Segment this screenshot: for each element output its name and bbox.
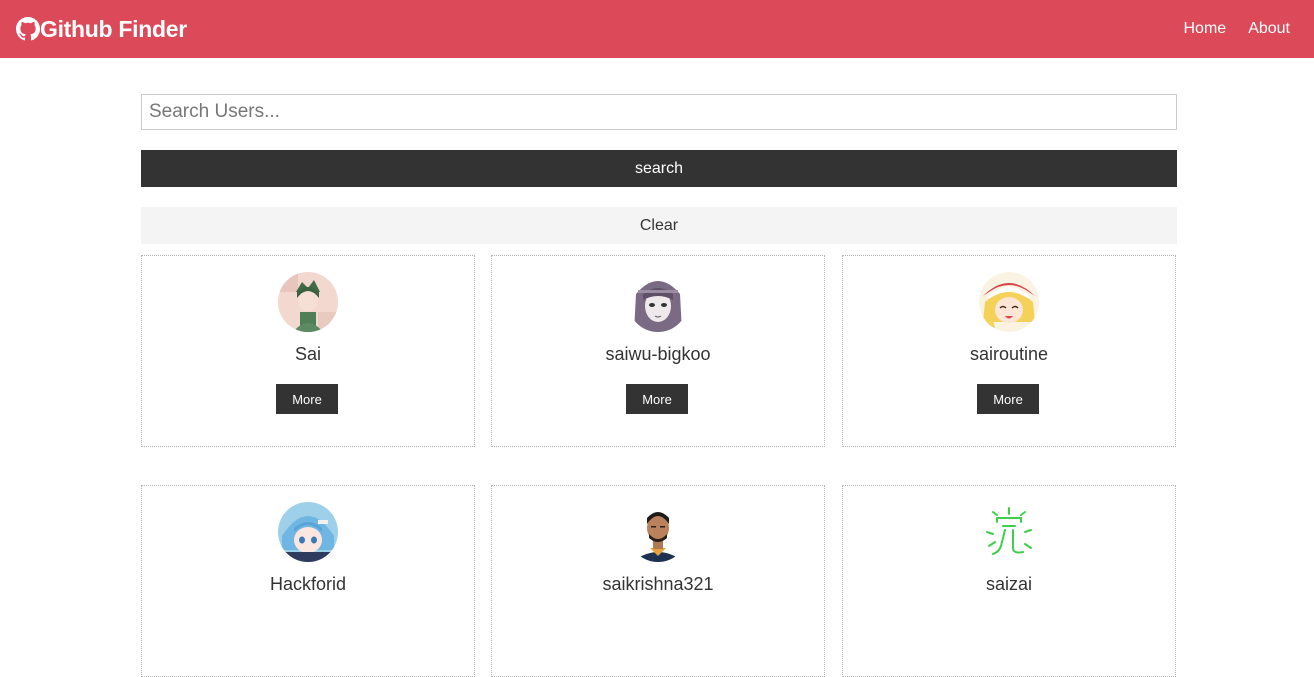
username: saikrishna321 xyxy=(602,574,714,594)
github-icon xyxy=(16,17,40,41)
more-button[interactable]: More xyxy=(626,384,688,414)
nav-links: Home About xyxy=(1184,20,1291,38)
user-card: saizai xyxy=(842,485,1176,677)
nav-home-link[interactable]: Home xyxy=(1184,20,1227,38)
navbar: Github Finder Home About xyxy=(0,0,1314,58)
username: sairoutine xyxy=(969,344,1049,364)
more-button[interactable]: More xyxy=(276,384,338,414)
search-input[interactable] xyxy=(141,94,1177,130)
user-card: saikrishna321 xyxy=(491,485,825,677)
brand[interactable]: Github Finder xyxy=(16,16,187,43)
username: Hackforid xyxy=(269,574,347,594)
user-card: Sai More xyxy=(141,255,475,447)
user-card: saiwu-bigkoo More xyxy=(491,255,825,447)
brand-title: Github Finder xyxy=(40,15,187,42)
nav-about-link[interactable]: About xyxy=(1248,20,1290,38)
user-card: Hackforid xyxy=(141,485,475,677)
user-avatar xyxy=(278,272,338,332)
search-button[interactable]: search xyxy=(141,150,1177,187)
user-card: sairoutine More xyxy=(842,255,1176,447)
username: Sai xyxy=(294,344,321,364)
username: saizai xyxy=(985,574,1033,594)
user-avatar xyxy=(278,502,338,562)
user-avatar xyxy=(628,502,688,562)
user-avatar xyxy=(979,272,1039,332)
user-avatar xyxy=(979,502,1039,562)
user-avatar xyxy=(628,272,688,332)
more-button[interactable]: More xyxy=(977,384,1039,414)
clear-button[interactable]: Clear xyxy=(141,207,1177,244)
username: saiwu-bigkoo xyxy=(605,344,711,364)
